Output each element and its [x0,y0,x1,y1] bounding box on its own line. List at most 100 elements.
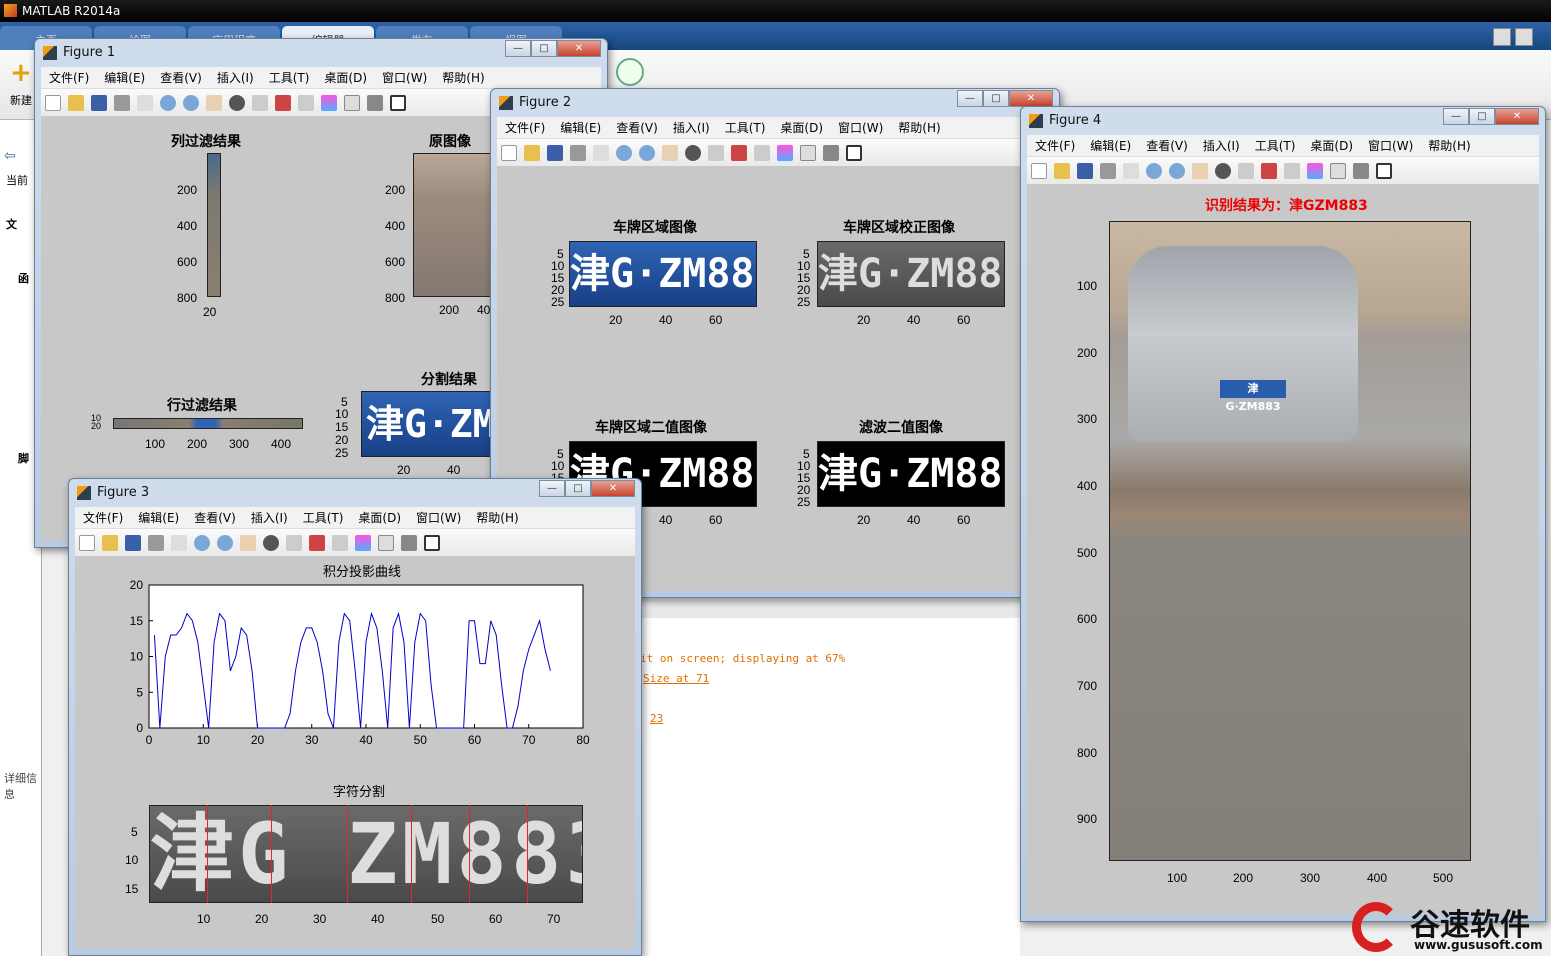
pointer-icon[interactable] [171,534,187,551]
link-icon[interactable] [332,534,348,551]
colorbar-icon[interactable] [777,144,793,161]
print-icon[interactable] [570,144,586,161]
menu-insert[interactable]: 插入(I) [673,119,710,136]
save-icon[interactable] [125,534,141,551]
figure-4-titlebar[interactable]: Figure 4 — □ ✕ [1021,107,1545,135]
minimize-button[interactable]: — [505,40,531,57]
pan-icon[interactable] [662,144,678,161]
hide-tools-icon[interactable] [367,94,383,111]
cmd-line-3[interactable]: 23 [650,712,663,725]
menu-tools[interactable]: 工具(T) [303,509,344,526]
menu-file[interactable]: 文件(F) [49,69,89,86]
show-tools-icon[interactable] [1376,162,1392,179]
rotate-icon[interactable] [229,94,245,111]
zoom-in-icon[interactable] [1146,162,1162,179]
rotate-icon[interactable] [685,144,701,161]
back-arrow-icon[interactable]: ⇦ [4,148,16,164]
menu-help[interactable]: 帮助(H) [1428,137,1470,154]
save-icon[interactable] [547,144,563,161]
menu-view[interactable]: 查看(V) [160,69,202,86]
menu-view[interactable]: 查看(V) [194,509,236,526]
legend-icon[interactable] [344,94,360,111]
minimize-button[interactable]: — [957,90,983,107]
open-icon[interactable] [524,144,540,161]
menu-insert[interactable]: 插入(I) [217,69,254,86]
rotate-icon[interactable] [1215,162,1231,179]
print-icon[interactable] [1100,162,1116,179]
pointer-icon[interactable] [593,144,609,161]
menu-view[interactable]: 查看(V) [1146,137,1188,154]
menu-window[interactable]: 窗口(W) [382,69,427,86]
menu-tools[interactable]: 工具(T) [725,119,766,136]
pan-icon[interactable] [240,534,256,551]
colorbar-icon[interactable] [1307,162,1323,179]
zoom-out-icon[interactable] [639,144,655,161]
menu-help[interactable]: 帮助(H) [898,119,940,136]
pan-icon[interactable] [206,94,222,111]
data-cursor-icon[interactable] [1238,162,1254,179]
new-label[interactable]: 新建 [10,92,32,108]
menu-help[interactable]: 帮助(H) [442,69,484,86]
run-timer-icon[interactable] [616,58,644,86]
menu-tools[interactable]: 工具(T) [1255,137,1296,154]
cmd-line-2[interactable]: Size at 71 [643,672,709,685]
close-button[interactable]: ✕ [1009,90,1053,107]
colorbar-icon[interactable] [321,94,337,111]
open-icon[interactable] [68,94,84,111]
save-icon[interactable] [91,94,107,111]
menu-edit[interactable]: 编辑(E) [138,509,179,526]
minimize-button[interactable]: — [539,480,565,497]
link-icon[interactable] [754,144,770,161]
brush-icon[interactable] [731,144,747,161]
open-icon[interactable] [102,534,118,551]
new-figure-icon[interactable] [1031,162,1047,179]
save-icon[interactable] [1515,28,1533,46]
zoom-out-icon[interactable] [217,534,233,551]
menu-insert[interactable]: 插入(I) [251,509,288,526]
new-icon[interactable]: + [10,58,32,88]
folder-functions-label[interactable]: 函 [18,270,29,286]
menu-view[interactable]: 查看(V) [616,119,658,136]
save-icon[interactable] [1077,162,1093,179]
maximize-button[interactable]: □ [531,40,557,57]
menu-window[interactable]: 窗口(W) [838,119,883,136]
legend-icon[interactable] [1330,162,1346,179]
close-button[interactable]: ✕ [1495,108,1539,125]
menu-help[interactable]: 帮助(H) [476,509,518,526]
show-tools-icon[interactable] [390,94,406,111]
maximize-button[interactable]: □ [1469,108,1495,125]
minimize-button[interactable]: — [1443,108,1469,125]
menu-window[interactable]: 窗口(W) [416,509,461,526]
data-cursor-icon[interactable] [708,144,724,161]
new-figure-icon[interactable] [501,144,517,161]
maximize-button[interactable]: □ [565,480,591,497]
zoom-in-icon[interactable] [616,144,632,161]
menu-tools[interactable]: 工具(T) [269,69,310,86]
zoom-out-icon[interactable] [1169,162,1185,179]
legend-icon[interactable] [800,144,816,161]
hide-tools-icon[interactable] [401,534,417,551]
pan-icon[interactable] [1192,162,1208,179]
print-icon[interactable] [148,534,164,551]
new-figure-icon[interactable] [79,534,95,551]
show-tools-icon[interactable] [846,144,862,161]
figure-3-titlebar[interactable]: Figure 3 — □ ✕ [69,479,641,507]
link-icon[interactable] [298,94,314,111]
zoom-in-icon[interactable] [194,534,210,551]
hide-tools-icon[interactable] [1353,162,1369,179]
menu-edit[interactable]: 编辑(E) [1090,137,1131,154]
close-button[interactable]: ✕ [591,480,635,497]
menu-window[interactable]: 窗口(W) [1368,137,1413,154]
menu-desktop[interactable]: 桌面(D) [324,69,367,86]
menu-file[interactable]: 文件(F) [1035,137,1075,154]
legend-icon[interactable] [378,534,394,551]
hide-tools-icon[interactable] [823,144,839,161]
menu-edit[interactable]: 编辑(E) [104,69,145,86]
data-cursor-icon[interactable] [286,534,302,551]
menu-desktop[interactable]: 桌面(D) [358,509,401,526]
maximize-button[interactable]: □ [983,90,1009,107]
brush-icon[interactable] [1261,162,1277,179]
open-icon[interactable] [1054,162,1070,179]
brush-icon[interactable] [275,94,291,111]
close-button[interactable]: ✕ [557,40,601,57]
